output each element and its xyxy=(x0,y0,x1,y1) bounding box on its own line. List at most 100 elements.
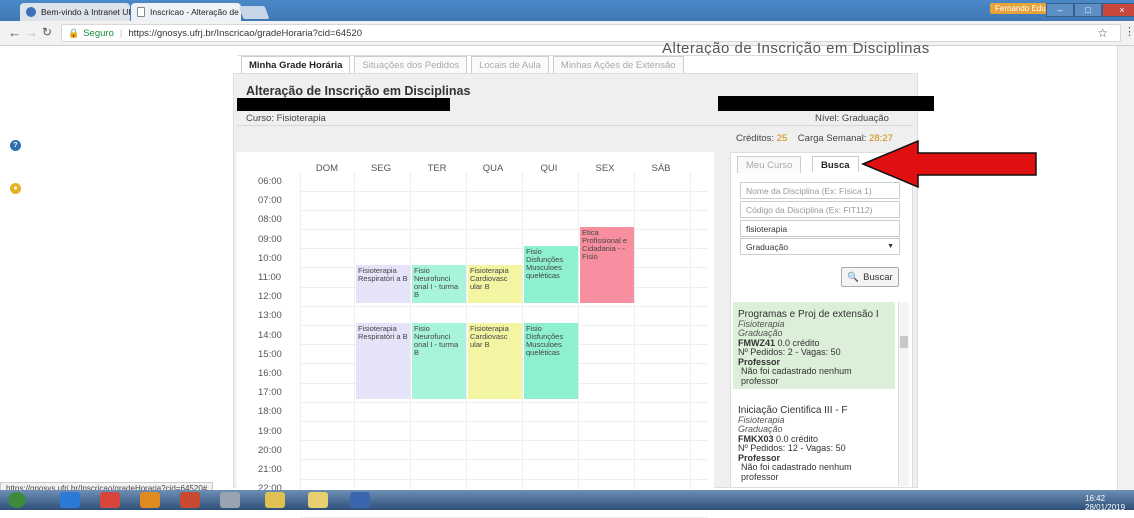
day-header-3: QUA xyxy=(482,163,504,174)
tab-busca[interactable]: Busca xyxy=(812,156,859,173)
address-bar-row: ← → ↻ 🔒 Seguro | https://gnosys.ufrj.br/… xyxy=(0,21,1134,46)
red-arrow-annotation xyxy=(861,139,1037,189)
class-slot[interactable]: Fisio Neurofunci onal I - turma B xyxy=(412,265,466,303)
grid-column-line xyxy=(634,172,635,490)
grid-row-line xyxy=(300,459,708,461)
hour-label: 16:00 xyxy=(258,368,282,379)
folder-icon[interactable] xyxy=(265,492,285,508)
url-field[interactable]: 🔒 Seguro | https://gnosys.ufrj.br/Inscri… xyxy=(61,24,1121,42)
class-slot[interactable]: Fisioterapia Cardiovasc ular B xyxy=(468,323,522,399)
nivel-select[interactable]: Graduação ▼ xyxy=(740,238,900,255)
grid-column-line xyxy=(466,172,467,490)
tab-minha-grade[interactable]: Minha Grade Horária xyxy=(241,56,351,73)
hour-label: 08:00 xyxy=(258,214,282,226)
results-scrollbar[interactable] xyxy=(898,302,909,486)
tab-acoes-extensao[interactable]: Minhas Ações de Extensão xyxy=(552,56,684,73)
browser-tab-inscricao[interactable]: Inscricao - Alteração de I × xyxy=(131,3,241,21)
results-list: Programas e Proj de extensão I Fisiotera… xyxy=(733,302,898,486)
browser-tab-bar: Bem-vindo à Intranet UF × Inscricao - Al… xyxy=(0,0,1134,21)
forward-icon[interactable]: → xyxy=(25,25,38,40)
url-text: https://gnosys.ufrj.br/Inscricao/gradeHo… xyxy=(128,27,362,39)
class-slot[interactable]: Fisio Disfunções Musculoes queléticas xyxy=(524,323,578,399)
chevron-down-icon: ▼ xyxy=(887,243,894,250)
grid-row-line xyxy=(300,421,708,422)
media-icon[interactable] xyxy=(220,492,240,508)
class-slot[interactable]: Fisioterapia Respiratóri a B xyxy=(356,323,410,399)
word-icon[interactable] xyxy=(350,492,370,508)
nivel-label: Nível: Graduação xyxy=(815,113,889,124)
grid-row-line xyxy=(300,229,708,230)
grid-column-line xyxy=(410,172,411,490)
page-scrollbar[interactable] xyxy=(1117,46,1134,490)
tab-meu-curso[interactable]: Meu Curso xyxy=(737,156,802,173)
buscar-button[interactable]: 🔍 Buscar xyxy=(841,267,899,287)
back-icon[interactable]: ← xyxy=(8,25,21,40)
menu-icon[interactable]: ⋮ xyxy=(1124,25,1134,38)
scroll-thumb[interactable] xyxy=(900,336,908,348)
hour-label: 11:00 xyxy=(258,272,282,283)
minimize-button[interactable]: – xyxy=(1046,3,1074,17)
creditos-value: 25 xyxy=(776,133,788,144)
grid-row-line xyxy=(300,248,708,250)
grid-column-line xyxy=(300,172,301,490)
day-header-5: SEX xyxy=(595,163,615,174)
lock-icon: 🔒 xyxy=(68,27,80,38)
class-slot[interactable]: Etica Profissional e Cidadania - -Fisio xyxy=(580,227,634,303)
day-header-6: SÁB xyxy=(651,163,671,174)
taskbar xyxy=(0,490,1134,510)
ie-icon[interactable] xyxy=(60,492,80,508)
help-icon[interactable]: ? xyxy=(10,140,21,151)
day-header-4: QUI xyxy=(540,163,558,174)
redacted-id xyxy=(718,96,934,111)
hour-label: 10:00 xyxy=(258,252,282,264)
hour-label: 15:00 xyxy=(258,348,282,360)
hour-label: 13:00 xyxy=(258,310,282,322)
day-header-2: TER xyxy=(427,163,447,174)
maximize-button[interactable]: □ xyxy=(1074,3,1102,17)
hour-label: 07:00 xyxy=(258,195,282,207)
chrome-icon[interactable] xyxy=(100,492,120,508)
start-button-icon[interactable] xyxy=(8,492,26,508)
grid-row-line xyxy=(300,440,708,442)
new-tab-button[interactable] xyxy=(238,6,270,19)
day-header-1: SEG xyxy=(370,163,392,174)
hour-label: 09:00 xyxy=(258,233,282,245)
search-icon: 🔍 xyxy=(847,271,860,283)
hour-label: 20:00 xyxy=(258,444,282,456)
browser-tab-intranet[interactable]: Bem-vindo à Intranet UF × xyxy=(20,3,130,21)
grid-row-line xyxy=(300,401,708,403)
hour-label: 12:00 xyxy=(258,291,282,303)
class-slot[interactable]: Fisioterapia Cardiovasc ular B xyxy=(468,265,522,303)
result-card[interactable]: Programas e Proj de extensão I Fisiotera… xyxy=(733,302,895,389)
chat-icon[interactable]: ● xyxy=(10,183,21,194)
secure-label: Seguro xyxy=(83,27,114,39)
hour-label: 17:00 xyxy=(258,387,282,399)
tab-locais[interactable]: Locais de Aula xyxy=(471,56,549,73)
page-title: Alteração de Inscrição em Disciplinas xyxy=(246,84,471,98)
grid-row-line xyxy=(300,478,708,480)
hour-label: 18:00 xyxy=(258,406,282,418)
reload-icon[interactable]: ↻ xyxy=(42,25,52,39)
explorer-icon[interactable] xyxy=(308,492,328,508)
hour-label: 06:00 xyxy=(258,176,282,187)
result-card[interactable]: Iniciação Cientifica III - F Fisioterapi… xyxy=(733,398,895,486)
class-slot[interactable]: Fisio Neurofunci onal I - turma B xyxy=(412,323,466,399)
globe-icon xyxy=(26,7,36,17)
redacted-name xyxy=(237,98,450,111)
grid-row-line xyxy=(300,190,708,192)
grid-row-line xyxy=(300,209,708,211)
class-slot[interactable]: Fisioterapia Respiratóri a B xyxy=(356,265,410,303)
tab-situacoes[interactable]: Situações dos Pedidos xyxy=(354,56,468,73)
codigo-disciplina-input[interactable]: Código da Disciplina (Ex: FIT112) xyxy=(740,201,900,218)
app-icon[interactable] xyxy=(180,492,200,508)
curso-input[interactable]: fisioterapia xyxy=(740,220,900,237)
grid-column-line xyxy=(578,172,579,490)
hour-label: 19:00 xyxy=(258,425,282,437)
bookmark-star-icon[interactable]: ☆ xyxy=(1097,26,1108,40)
class-slot[interactable]: Fisio Disfunções Musculoes queléticas xyxy=(524,246,578,303)
window-close-button[interactable]: × xyxy=(1102,3,1134,17)
curso-label: Curso: Fisioterapia xyxy=(246,113,326,124)
firefox-icon[interactable] xyxy=(140,492,160,508)
grid-row-line xyxy=(300,305,708,307)
page-tabs: Minha Grade Horária Situações dos Pedido… xyxy=(241,56,688,73)
